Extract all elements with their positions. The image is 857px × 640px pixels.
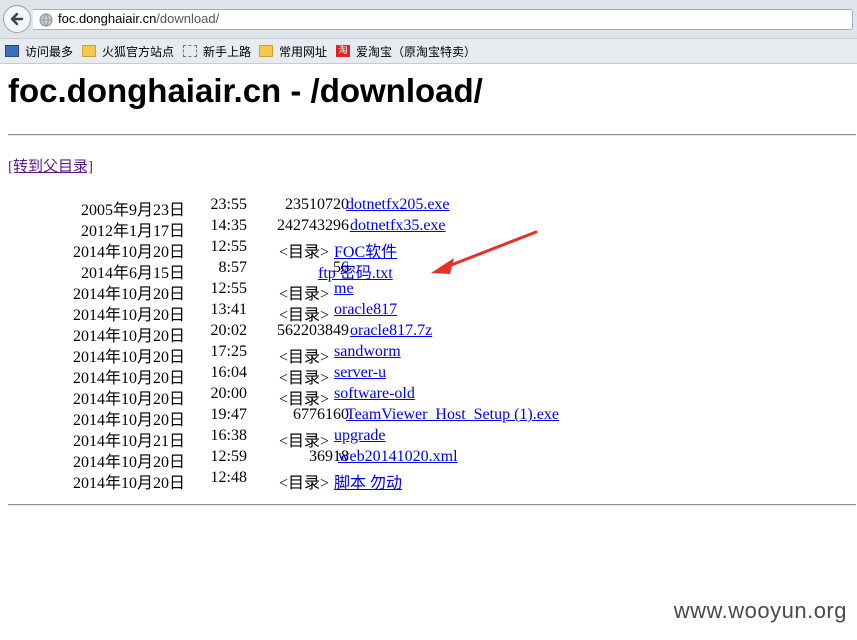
entry-time: 16:38 <box>210 427 247 444</box>
url-text: foc.donghaiair.cn/download/ <box>58 11 219 26</box>
folder-link[interactable]: software-old <box>334 385 415 403</box>
bookmark-label: 新手上路 <box>203 44 252 59</box>
listing-row: 2005年9月23日 23:55 23510720 dotnetfx205.exe <box>0 196 857 219</box>
entry-time: 14:35 <box>210 217 247 234</box>
most-visited-icon <box>5 45 19 57</box>
listing-row: 2014年10月20日 12:48 <目录> 脚本 勿动 <box>0 469 857 493</box>
bookmark-label: 火狐官方站点 <box>102 44 175 59</box>
bookmark-ai-taobao[interactable]: 淘 爱淘宝（原淘宝特卖） <box>336 43 476 59</box>
file-link[interactable]: web20141020.xml <box>338 448 458 466</box>
entry-time: 20:02 <box>210 322 247 339</box>
listing-row: 2014年10月20日 13:41 <目录> oracle817 <box>0 301 857 324</box>
bookmark-getting-started[interactable]: 新手上路 <box>183 43 251 59</box>
bookmark-most-visited[interactable]: 访问最多 <box>5 43 73 59</box>
listing-row: 2014年10月20日 20:02 562203849 oracle817.7z <box>0 322 857 345</box>
listing-row: 2014年10月20日 12:59 36918 web20141020.xml <box>0 448 857 471</box>
url-host: foc.donghaiair.cn <box>58 11 157 26</box>
folder-icon <box>82 45 96 57</box>
entry-time: 12:48 <box>210 469 247 486</box>
entry-size: 6776160 <box>293 406 349 423</box>
annotation-arrow-icon <box>431 230 538 274</box>
bookmark-label: 爱淘宝（原淘宝特卖） <box>356 44 477 59</box>
entry-time: 19:47 <box>210 406 247 423</box>
listing-row: 2014年10月20日 16:04 <目录> server-u <box>0 364 857 387</box>
entry-time: 23:55 <box>210 196 247 213</box>
folder-link[interactable]: sandworm <box>334 343 401 361</box>
back-arrow-icon <box>10 12 24 26</box>
watermark: www.wooyun.org <box>673 598 847 623</box>
divider <box>8 134 856 136</box>
divider <box>8 504 856 506</box>
page-title: foc.donghaiair.cn - /download/ <box>8 72 483 109</box>
entry-time: 13:41 <box>210 301 247 318</box>
entry-dir-marker: <目录> <box>278 475 329 492</box>
folder-link[interactable]: upgrade <box>334 427 386 445</box>
blank-page-icon <box>183 45 197 57</box>
bookmarks-bar: 访问最多 火狐官方站点 新手上路 常用网址 淘 爱淘宝（原淘宝特卖） <box>0 39 857 64</box>
file-link[interactable]: dotnetfx205.exe <box>346 196 450 214</box>
entry-size: 23510720 <box>285 196 349 213</box>
folder-link[interactable]: oracle817 <box>334 301 397 319</box>
entry-time: 12:55 <box>210 280 247 297</box>
bookmark-label: 常用网址 <box>279 44 328 59</box>
entry-time: 12:55 <box>210 238 247 255</box>
listing-row: 2014年10月20日 20:00 <目录> software-old <box>0 385 857 408</box>
page-content: foc.donghaiair.cn - /download/ [转到父目录] 2… <box>0 64 857 640</box>
taobao-icon: 淘 <box>336 45 350 57</box>
entry-date: 2014年10月20日 <box>72 475 185 492</box>
bookmark-common-sites[interactable]: 常用网址 <box>259 43 327 59</box>
folder-link[interactable]: server-u <box>334 364 386 382</box>
folder-link[interactable]: 脚本 勿动 <box>334 469 402 493</box>
entry-time: 20:00 <box>210 385 247 402</box>
bookmark-label: 访问最多 <box>25 44 74 59</box>
file-link[interactable]: oracle817.7z <box>350 322 432 340</box>
address-bar[interactable]: foc.donghaiair.cn/download/ <box>33 9 853 30</box>
listing-row: 2014年10月20日 19:47 6776160 TeamViewer_Host_S… <box>0 406 857 429</box>
listing-row: 2014年10月20日 12:55 <目录> me <box>0 280 857 303</box>
entry-time: 16:04 <box>210 364 247 381</box>
url-path: /download/ <box>156 11 220 26</box>
listing-row: 2014年10月21日 16:38 <目录> upgrade <box>0 427 857 450</box>
folder-icon <box>259 45 273 57</box>
entry-size: 242743296 <box>277 217 349 234</box>
entry-time: 17:25 <box>210 343 247 360</box>
folder-link[interactable]: me <box>334 280 354 298</box>
back-button[interactable] <box>3 5 31 33</box>
entry-time: 8:57 <box>218 259 247 276</box>
listing-row: 2014年10月20日 17:25 <目录> sandworm <box>0 343 857 366</box>
globe-icon <box>39 13 53 27</box>
file-link[interactable]: TeamViewer_Host_Setup (1).exe <box>346 406 559 424</box>
entry-size: 562203849 <box>277 322 349 339</box>
parent-directory-link[interactable]: [转到父目录] <box>8 155 93 176</box>
browser-toolbar: foc.donghaiair.cn/download/ <box>0 0 857 39</box>
bookmark-firefox-official[interactable]: 火狐官方站点 <box>82 43 174 59</box>
entry-time: 12:59 <box>210 448 247 465</box>
